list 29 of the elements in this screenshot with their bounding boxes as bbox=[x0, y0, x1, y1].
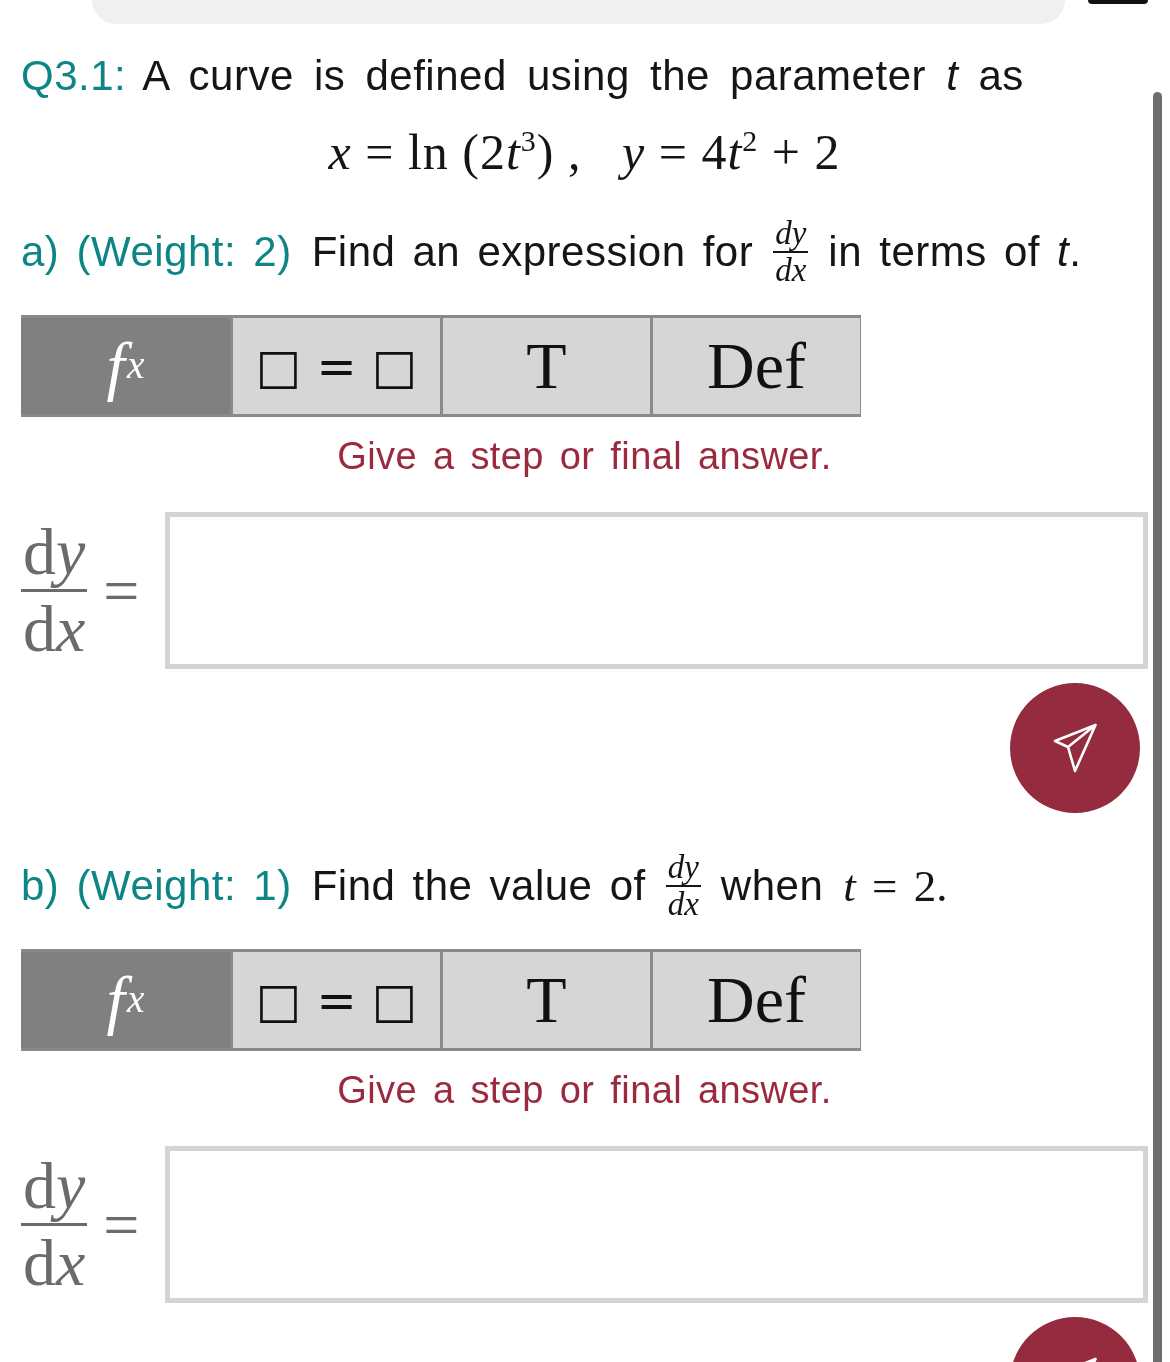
math-expression: t = 2. bbox=[843, 861, 948, 911]
question-label: Q3.1: bbox=[21, 51, 127, 101]
equation-tab[interactable]: □ = □ bbox=[233, 318, 440, 414]
part-label: b) (Weight: 1) bbox=[21, 861, 292, 911]
paper-plane-icon bbox=[1053, 723, 1097, 773]
question-text: A curve is defined using the parameter t as bbox=[142, 51, 1024, 101]
answer-fraction: dy dx bbox=[21, 1153, 88, 1296]
equals-sign: = bbox=[103, 558, 140, 623]
corner-strip bbox=[1088, 0, 1148, 4]
part-label: a) (Weight: 2) bbox=[21, 227, 292, 277]
fraction: dy dx bbox=[665, 851, 701, 921]
prompt-text: Find the value of bbox=[311, 861, 646, 911]
answer-fraction: dy dx bbox=[21, 519, 88, 662]
prompt-text: when bbox=[720, 861, 824, 911]
equals-sign: = bbox=[103, 1192, 140, 1257]
text-tab[interactable]: Def bbox=[653, 318, 860, 414]
answer-field[interactable] bbox=[165, 1146, 1148, 1303]
text-tab[interactable]: Def bbox=[653, 952, 860, 1048]
prompt-text: in terms of t. bbox=[828, 227, 1082, 277]
hint-text: Give a step or final answer. bbox=[337, 1068, 832, 1113]
text-tab[interactable]: T bbox=[443, 952, 650, 1048]
scrollbar[interactable] bbox=[1153, 92, 1162, 1362]
text-tab[interactable]: T bbox=[443, 318, 650, 414]
answer-field[interactable] bbox=[165, 512, 1148, 669]
fraction: dy dx bbox=[773, 217, 809, 287]
equation: x = ln (2t$^{3}$) , y = 4t$^{2}$ + 2 bbox=[328, 123, 841, 181]
prompt-text: Find an expression for bbox=[311, 227, 754, 277]
equation-tab[interactable]: □ = □ bbox=[233, 952, 440, 1048]
hint-text: Give a step or final answer. bbox=[337, 434, 832, 479]
